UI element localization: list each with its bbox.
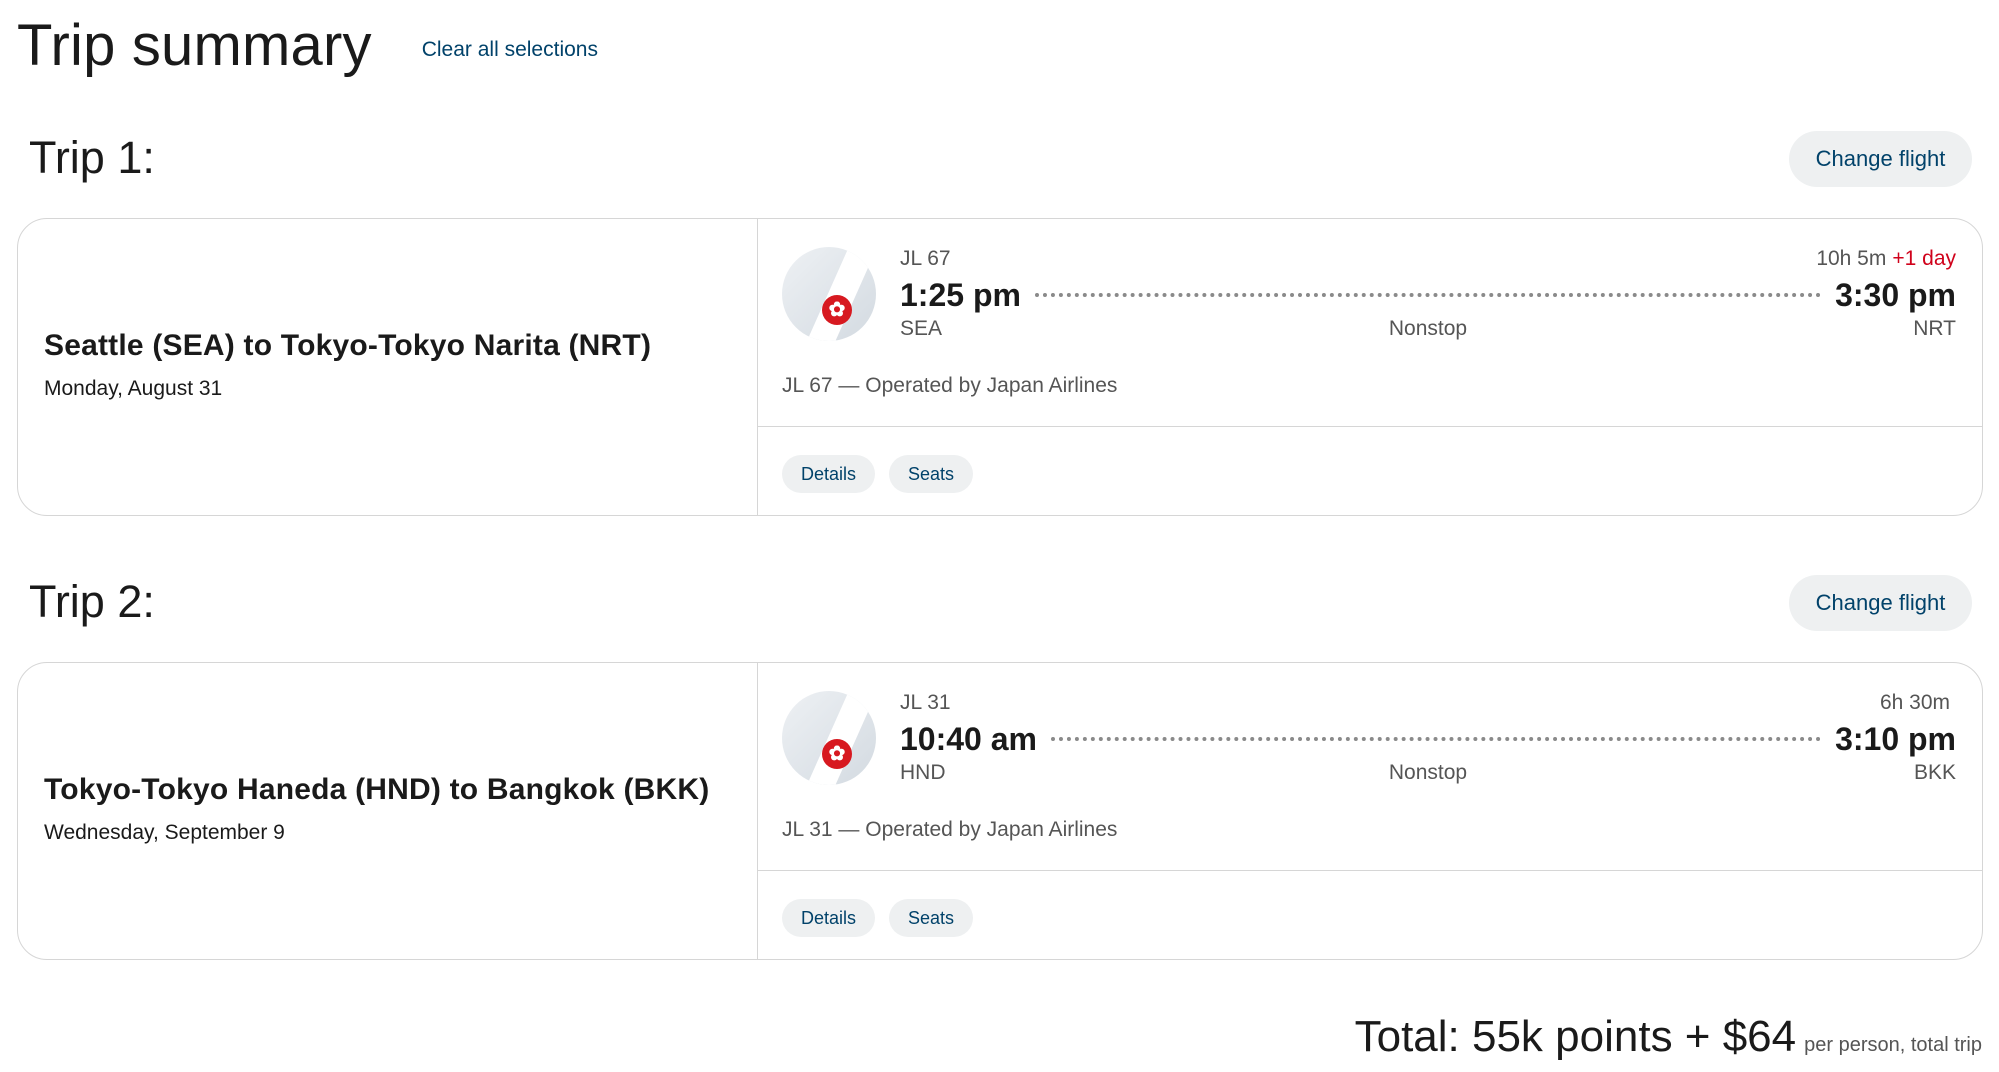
- trip-total: Total: 55k points + $64 per person, tota…: [1355, 1012, 1982, 1062]
- trip-section-1: Trip 1: Change flight Seattle (SEA) to T…: [17, 108, 1983, 516]
- duration-text: 6h 30m: [1879, 691, 1950, 714]
- seats-button[interactable]: Seats: [889, 455, 974, 493]
- destination-code: NRT: [1913, 317, 1956, 340]
- trip-card: Seattle (SEA) to Tokyo-Tokyo Narita (NRT…: [17, 218, 1983, 516]
- trip-title: Trip 1:: [29, 132, 155, 183]
- logo-tail-shape: [802, 247, 876, 341]
- total-note: per person, total trip: [1804, 1034, 1982, 1056]
- time-row: 10:40 am 3:10 pm: [900, 717, 1956, 761]
- flight-number: JL 31: [900, 691, 951, 714]
- change-flight-button[interactable]: Change flight: [1789, 575, 1972, 631]
- flight-pane: ✿ JL 31 6h 30m 10:40 am 3:10 pm HND Nons…: [758, 663, 1982, 959]
- change-flight-button[interactable]: Change flight: [1789, 131, 1972, 187]
- flight-summary: ✿ JL 67 10h 5m +1 day 1:25 pm 3:30 pm SEA…: [758, 219, 1982, 427]
- trip-header: Trip 2: Change flight: [17, 552, 1983, 662]
- operated-by: JL 67 — Operated by Japan Airlines: [782, 374, 1118, 397]
- plus-day-badge: +1 day: [1892, 247, 1956, 270]
- route-dotted-line: [1034, 293, 1822, 297]
- departure-time: 10:40 am: [900, 720, 1037, 757]
- seats-button[interactable]: Seats: [889, 899, 974, 937]
- clear-all-selections-link[interactable]: Clear all selections: [422, 38, 598, 62]
- operated-by: JL 31 — Operated by Japan Airlines: [782, 818, 1118, 841]
- route-pane: Seattle (SEA) to Tokyo-Tokyo Narita (NRT…: [18, 219, 758, 515]
- route-title: Tokyo-Tokyo Haneda (HND) to Bangkok (BKK…: [44, 773, 710, 806]
- logo-tail-shape: [802, 691, 876, 785]
- flight-duration: 10h 5m +1 day: [1816, 247, 1956, 271]
- route-dotted-line: [1050, 737, 1822, 741]
- trip-header: Trip 1: Change flight: [17, 108, 1983, 218]
- arrival-time: 3:10 pm: [1835, 720, 1956, 757]
- stops-label: Nonstop: [1388, 317, 1468, 340]
- time-row: 1:25 pm 3:30 pm: [900, 273, 1956, 317]
- flight-pane: ✿ JL 67 10h 5m +1 day 1:25 pm 3:30 pm SEA…: [758, 219, 1982, 515]
- flight-duration: 6h 30m: [1880, 691, 1956, 715]
- flight-number: JL 67: [900, 247, 951, 270]
- duration-text: 10h 5m: [1816, 247, 1887, 270]
- destination-code: BKK: [1913, 761, 1956, 784]
- departure-time: 1:25 pm: [900, 276, 1021, 313]
- details-button[interactable]: Details: [782, 455, 876, 493]
- route-title: Seattle (SEA) to Tokyo-Tokyo Narita (NRT…: [44, 329, 652, 362]
- airport-row: HND Nonstop BKK: [900, 761, 1956, 791]
- page-title: Trip summary: [17, 13, 372, 78]
- japan-airlines-crane-logo-icon: ✿: [782, 247, 876, 341]
- crane-emblem-icon: ✿: [822, 295, 852, 325]
- total-price: Total: 55k points + $64: [1354, 1012, 1797, 1061]
- trip-section-2: Trip 2: Change flight Tokyo-Tokyo Haneda…: [17, 552, 1983, 960]
- details-button[interactable]: Details: [782, 899, 876, 937]
- flight-actions: Details Seats: [782, 455, 974, 493]
- trip-card: Tokyo-Tokyo Haneda (HND) to Bangkok (BKK…: [17, 662, 1983, 960]
- arrival-time: 3:30 pm: [1835, 276, 1956, 313]
- trip-title: Trip 2:: [29, 576, 155, 627]
- flight-summary: ✿ JL 31 6h 30m 10:40 am 3:10 pm HND Nons…: [758, 663, 1982, 871]
- page-header: Trip summary Clear all selections: [17, 10, 598, 82]
- japan-airlines-crane-logo-icon: ✿: [782, 691, 876, 785]
- crane-emblem-icon: ✿: [822, 739, 852, 769]
- stops-label: Nonstop: [1388, 761, 1468, 784]
- airport-row: SEA Nonstop NRT: [900, 317, 1956, 347]
- flight-actions: Details Seats: [782, 899, 974, 937]
- route-pane: Tokyo-Tokyo Haneda (HND) to Bangkok (BKK…: [18, 663, 758, 959]
- route-date: Monday, August 31: [44, 377, 223, 400]
- route-date: Wednesday, September 9: [44, 821, 285, 844]
